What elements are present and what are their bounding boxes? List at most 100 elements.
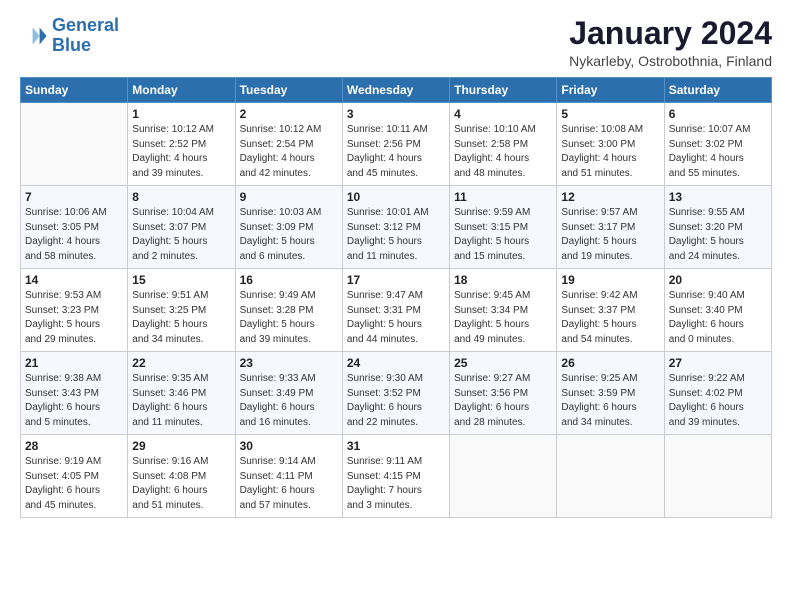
header: General Blue January 2024 Nykarleby, Ost… — [20, 16, 772, 69]
table-row — [664, 435, 771, 518]
table-row: 7Sunrise: 10:06 AMSunset: 3:05 PMDayligh… — [21, 186, 128, 269]
day-number: 20 — [669, 273, 767, 287]
day-info: Sunrise: 10:12 AMSunset: 2:54 PMDaylight… — [240, 123, 338, 181]
table-row: 19 Sunrise: 9:42 AMSunset: 3:37 PMDayligh… — [557, 269, 664, 352]
day-number: 6 — [669, 107, 767, 121]
day-info: Sunrise: 9:42 AMSunset: 3:37 PMDaylight:… — [561, 289, 659, 347]
day-number: 16 — [240, 273, 338, 287]
page: General Blue January 2024 Nykarleby, Ost… — [0, 0, 792, 528]
table-row: 6 Sunrise: 10:07 AMSunset: 3:02 PMDayligh… — [664, 103, 771, 186]
day-number: 17 — [347, 273, 445, 287]
day-number: 5 — [561, 107, 659, 121]
header-sunday: Sunday — [21, 78, 128, 103]
day-info: Sunrise: 9:33 AMSunset: 3:49 PMDaylight:… — [240, 372, 338, 430]
table-row: 30 Sunrise: 9:14 AMSunset: 4:11 PMDayligh… — [235, 435, 342, 518]
day-info: Sunrise: 9:27 AMSunset: 3:56 PMDaylight:… — [454, 372, 552, 430]
table-row: 22Sunrise: 9:35 AMSunset: 3:46 PMDayligh… — [128, 352, 235, 435]
day-info: Sunrise: 9:14 AMSunset: 4:11 PMDaylight:… — [240, 455, 338, 513]
table-row: 5 Sunrise: 10:08 AMSunset: 3:00 PMDayligh… — [557, 103, 664, 186]
day-number: 14 — [25, 273, 123, 287]
table-row: 3Sunrise: 10:11 AMSunset: 2:56 PMDayligh… — [342, 103, 449, 186]
table-row: 27Sunrise: 9:22 AMSunset: 4:02 PMDayligh… — [664, 352, 771, 435]
day-info: Sunrise: 9:49 AMSunset: 3:28 PMDaylight:… — [240, 289, 338, 347]
day-info: Sunrise: 10:08 AMSunset: 3:00 PMDaylight… — [561, 123, 659, 181]
day-info: Sunrise: 10:01 AMSunset: 3:12 PMDaylight… — [347, 206, 445, 264]
table-row: 16 Sunrise: 9:49 AMSunset: 3:28 PMDayligh… — [235, 269, 342, 352]
table-row: 2 Sunrise: 10:12 AMSunset: 2:54 PMDayligh… — [235, 103, 342, 186]
day-number: 15 — [132, 273, 230, 287]
header-wednesday: Wednesday — [342, 78, 449, 103]
subtitle: Nykarleby, Ostrobothnia, Finland — [569, 53, 772, 69]
calendar-header-row: Sunday Monday Tuesday Wednesday Thursday… — [21, 78, 772, 103]
logo-line1: General — [52, 15, 119, 35]
title-area: January 2024 Nykarleby, Ostrobothnia, Fi… — [569, 16, 772, 69]
day-number: 9 — [240, 190, 338, 204]
day-number: 7 — [25, 190, 123, 204]
day-number: 2 — [240, 107, 338, 121]
logo-line2: Blue — [52, 35, 91, 55]
header-tuesday: Tuesday — [235, 78, 342, 103]
day-info: Sunrise: 9:57 AMSunset: 3:17 PMDaylight:… — [561, 206, 659, 264]
calendar-table: Sunday Monday Tuesday Wednesday Thursday… — [20, 77, 772, 518]
day-info: Sunrise: 9:53 AMSunset: 3:23 PMDaylight:… — [25, 289, 123, 347]
day-info: Sunrise: 10:12 AMSunset: 2:52 PMDaylight… — [132, 123, 230, 181]
day-number: 11 — [454, 190, 552, 204]
table-row: 13Sunrise: 9:55 AMSunset: 3:20 PMDayligh… — [664, 186, 771, 269]
day-info: Sunrise: 9:38 AMSunset: 3:43 PMDaylight:… — [25, 372, 123, 430]
table-row — [557, 435, 664, 518]
table-row: 14 Sunrise: 9:53 AMSunset: 3:23 PMDayligh… — [21, 269, 128, 352]
table-row: 11 Sunrise: 9:59 AMSunset: 3:15 PMDayligh… — [450, 186, 557, 269]
table-row: 21Sunrise: 9:38 AMSunset: 3:43 PMDayligh… — [21, 352, 128, 435]
table-row: 24Sunrise: 9:30 AMSunset: 3:52 PMDayligh… — [342, 352, 449, 435]
table-row: 25Sunrise: 9:27 AMSunset: 3:56 PMDayligh… — [450, 352, 557, 435]
calendar-week-row: 1 Sunrise: 10:12 AMSunset: 2:52 PMDayligh… — [21, 103, 772, 186]
header-saturday: Saturday — [664, 78, 771, 103]
day-number: 26 — [561, 356, 659, 370]
day-info: Sunrise: 9:55 AMSunset: 3:20 PMDaylight:… — [669, 206, 767, 264]
main-title: January 2024 — [569, 16, 772, 51]
day-info: Sunrise: 10:11 AMSunset: 2:56 PMDaylight… — [347, 123, 445, 181]
table-row: 29 Sunrise: 9:16 AMSunset: 4:08 PMDayligh… — [128, 435, 235, 518]
day-info: Sunrise: 9:51 AMSunset: 3:25 PMDaylight:… — [132, 289, 230, 347]
header-monday: Monday — [128, 78, 235, 103]
day-info: Sunrise: 9:16 AMSunset: 4:08 PMDaylight:… — [132, 455, 230, 513]
table-row: 1 Sunrise: 10:12 AMSunset: 2:52 PMDayligh… — [128, 103, 235, 186]
calendar-week-row: 14 Sunrise: 9:53 AMSunset: 3:23 PMDayligh… — [21, 269, 772, 352]
day-info: Sunrise: 9:45 AMSunset: 3:34 PMDaylight:… — [454, 289, 552, 347]
day-number: 18 — [454, 273, 552, 287]
table-row: 20 Sunrise: 9:40 AMSunset: 3:40 PMDayligh… — [664, 269, 771, 352]
table-row: 12Sunrise: 9:57 AMSunset: 3:17 PMDayligh… — [557, 186, 664, 269]
day-number: 1 — [132, 107, 230, 121]
table-row: 9 Sunrise: 10:03 AMSunset: 3:09 PMDayligh… — [235, 186, 342, 269]
day-number: 8 — [132, 190, 230, 204]
day-number: 4 — [454, 107, 552, 121]
day-info: Sunrise: 9:40 AMSunset: 3:40 PMDaylight:… — [669, 289, 767, 347]
day-number: 31 — [347, 439, 445, 453]
calendar-week-row: 7Sunrise: 10:06 AMSunset: 3:05 PMDayligh… — [21, 186, 772, 269]
logo-icon — [20, 22, 48, 50]
table-row: 8Sunrise: 10:04 AMSunset: 3:07 PMDayligh… — [128, 186, 235, 269]
table-row: 18 Sunrise: 9:45 AMSunset: 3:34 PMDayligh… — [450, 269, 557, 352]
day-info: Sunrise: 9:19 AMSunset: 4:05 PMDaylight:… — [25, 455, 123, 513]
day-info: Sunrise: 10:03 AMSunset: 3:09 PMDaylight… — [240, 206, 338, 264]
day-number: 28 — [25, 439, 123, 453]
table-row: 31Sunrise: 9:11 AMSunset: 4:15 PMDayligh… — [342, 435, 449, 518]
day-number: 19 — [561, 273, 659, 287]
logo-text: General Blue — [52, 16, 119, 56]
calendar-week-row: 21Sunrise: 9:38 AMSunset: 3:43 PMDayligh… — [21, 352, 772, 435]
day-info: Sunrise: 9:59 AMSunset: 3:15 PMDaylight:… — [454, 206, 552, 264]
day-info: Sunrise: 9:47 AMSunset: 3:31 PMDaylight:… — [347, 289, 445, 347]
header-thursday: Thursday — [450, 78, 557, 103]
day-info: Sunrise: 10:10 AMSunset: 2:58 PMDaylight… — [454, 123, 552, 181]
day-info: Sunrise: 9:30 AMSunset: 3:52 PMDaylight:… — [347, 372, 445, 430]
table-row: 10Sunrise: 10:01 AMSunset: 3:12 PMDaylig… — [342, 186, 449, 269]
day-number: 29 — [132, 439, 230, 453]
day-number: 30 — [240, 439, 338, 453]
header-friday: Friday — [557, 78, 664, 103]
table-row: 26Sunrise: 9:25 AMSunset: 3:59 PMDayligh… — [557, 352, 664, 435]
table-row — [450, 435, 557, 518]
table-row: 15 Sunrise: 9:51 AMSunset: 3:25 PMDayligh… — [128, 269, 235, 352]
day-info: Sunrise: 10:07 AMSunset: 3:02 PMDaylight… — [669, 123, 767, 181]
day-info: Sunrise: 9:35 AMSunset: 3:46 PMDaylight:… — [132, 372, 230, 430]
day-number: 23 — [240, 356, 338, 370]
